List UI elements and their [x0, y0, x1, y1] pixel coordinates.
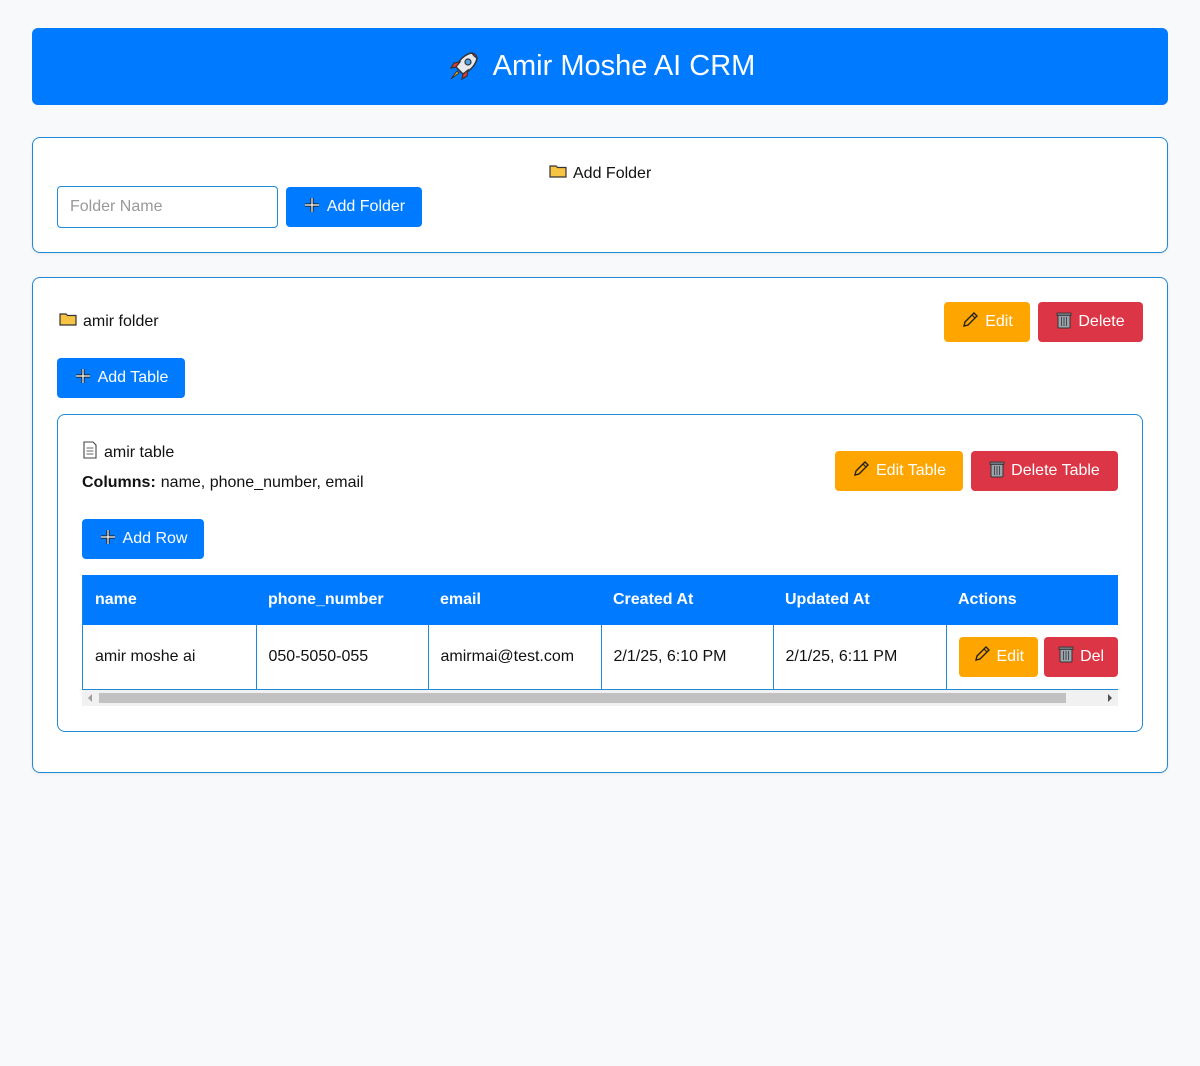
plus-icon [99, 528, 117, 551]
folder-icon [59, 312, 77, 331]
document-icon [82, 441, 98, 464]
add-folder-heading: Add Folder [549, 164, 651, 183]
plus-icon [74, 367, 92, 390]
column-header: email [428, 575, 601, 625]
edit-folder-label: Edit [985, 313, 1013, 330]
folder-icon [549, 164, 567, 183]
folder-title: amir folder [59, 312, 159, 331]
horizontal-scrollbar[interactable] [82, 690, 1118, 706]
cell-phone-number: 050-5050-055 [256, 625, 429, 690]
table-card: amir table Columns: name, phone_number, … [57, 414, 1143, 732]
edit-row-label: Edit [996, 647, 1025, 665]
add-folder-heading-label: Add Folder [573, 164, 652, 182]
delete-row-label: Del [1080, 647, 1105, 665]
folder-card: amir folder Edit Delete Add Table amir t… [32, 277, 1168, 773]
app-header: Amir Moshe AI CRM [32, 28, 1168, 105]
folder-name-input[interactable] [57, 186, 278, 228]
column-header: Updated At [773, 575, 946, 625]
table-title: amir table [82, 441, 174, 464]
delete-table-label: Delete Table [1011, 462, 1100, 479]
app-title: Amir Moshe AI CRM [492, 50, 756, 82]
trash-icon [1058, 645, 1074, 668]
plus-icon [303, 196, 321, 219]
add-folder-button-label: Add Folder [326, 198, 406, 215]
table-name: amir table [104, 443, 175, 461]
delete-table-button[interactable]: Delete Table [971, 451, 1118, 491]
add-table-button[interactable]: Add Table [57, 358, 185, 398]
data-table-scroll-area[interactable]: name phone_number email Created At Updat… [82, 575, 1118, 706]
add-folder-button[interactable]: Add Folder [286, 187, 422, 227]
cell-created-at: 2/1/25, 6:10 PM [601, 625, 774, 690]
pencil-icon [973, 645, 991, 668]
edit-folder-button[interactable]: Edit [944, 302, 1030, 342]
columns-label: Columns: [82, 474, 156, 491]
cell-name: amir moshe ai [83, 625, 257, 690]
columns-info: Columns: name, phone_number, email [82, 474, 364, 492]
scroll-right-arrow-icon[interactable] [1102, 690, 1118, 706]
delete-folder-button[interactable]: Delete [1038, 302, 1143, 342]
scroll-left-arrow-icon[interactable] [82, 690, 98, 706]
add-folder-card: Add Folder Add Folder [32, 137, 1168, 253]
cell-email: amirmai@test.com [428, 625, 602, 690]
table-row: amir moshe ai 050-5050-055 amirmai@test.… [83, 625, 1118, 690]
cell-updated-at: 2/1/25, 6:11 PM [773, 625, 947, 690]
delete-folder-label: Delete [1078, 313, 1125, 330]
rocket-icon [445, 49, 481, 85]
column-header: name [83, 575, 256, 625]
edit-table-button[interactable]: Edit Table [835, 451, 963, 491]
edit-table-label: Edit Table [876, 462, 946, 479]
table-header-row: name phone_number email Created At Updat… [83, 575, 1118, 625]
folder-name: amir folder [83, 312, 159, 330]
column-header: Actions [946, 575, 1118, 625]
trash-icon [989, 460, 1005, 483]
scrollbar-thumb[interactable] [99, 693, 1066, 703]
add-table-label: Add Table [97, 369, 169, 386]
data-table: name phone_number email Created At Updat… [83, 575, 1118, 690]
add-row-label: Add Row [122, 530, 188, 547]
column-header: phone_number [256, 575, 428, 625]
edit-row-button[interactable]: Edit [958, 636, 1039, 677]
columns-value: name, phone_number, email [160, 474, 364, 491]
add-row-button[interactable]: Add Row [82, 519, 204, 559]
cell-actions: Edit Del [946, 625, 1118, 690]
pencil-icon [961, 311, 979, 334]
trash-icon [1056, 311, 1072, 334]
pencil-icon [852, 460, 870, 483]
column-header: Created At [601, 575, 773, 625]
delete-row-button[interactable]: Del [1044, 636, 1118, 677]
